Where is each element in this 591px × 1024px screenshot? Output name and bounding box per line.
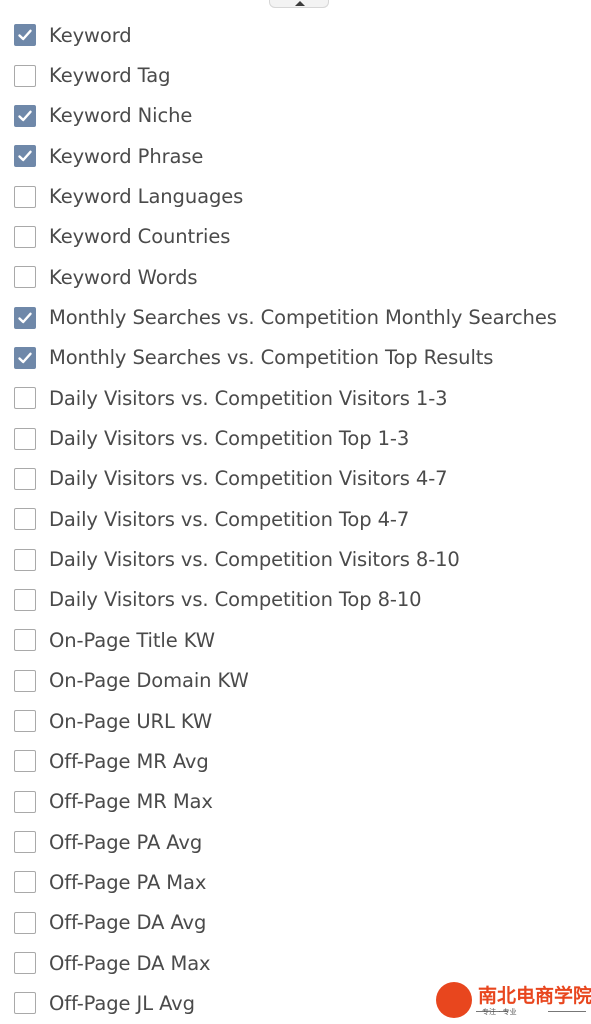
watermark-logo: 南北电商学院 专注 · 专业 [436,980,591,1020]
checkmark-icon [18,352,32,364]
checklist-item-label: Off-Page DA Max [49,951,211,975]
checkbox-checked[interactable] [14,306,36,329]
caret-up-icon [295,1,305,6]
checklist-item[interactable]: Keyword Countries [0,217,591,257]
checklist-item[interactable]: Monthly Searches vs. Competition Monthly… [0,297,591,337]
checkbox-checked[interactable] [14,145,36,168]
checkbox-unchecked[interactable] [14,508,36,531]
checklist-item-label: Keyword Tag [49,64,171,88]
checkbox-unchecked[interactable] [14,266,36,289]
checkmark-icon [18,312,32,323]
checkmark-icon [18,150,32,162]
checklist-item-label: Keyword [49,23,132,47]
checklist-item[interactable]: Daily Visitors vs. Competition Visitors … [0,459,591,499]
checkbox-unchecked[interactable] [14,467,36,490]
checklist-item-label: On-Page URL KW [49,709,213,733]
checklist-item[interactable]: Keyword Niche [0,96,591,136]
checklist-item[interactable]: Daily Visitors vs. Competition Visitors … [0,539,591,579]
checkbox-unchecked[interactable] [14,992,36,1015]
checkbox-unchecked[interactable] [14,387,36,410]
watermark-emblem-icon [436,982,472,1018]
checklist-item-label: Keyword Languages [49,185,244,209]
checkbox-unchecked[interactable] [14,669,36,692]
checkbox-unchecked[interactable] [14,831,36,854]
checkmark-icon [18,110,32,122]
checklist-item[interactable]: On-Page Domain KW [0,661,591,701]
checklist-item-label: Off-Page PA Avg [49,830,203,854]
checklist-item[interactable]: Daily Visitors vs. Competition Visitors … [0,378,591,418]
checklist-item[interactable]: Off-Page PA Max [0,862,591,902]
checklist-item-label: Off-Page JL Avg [49,991,195,1015]
checklist-item-label: Monthly Searches vs. Competition Monthly… [49,306,557,330]
checklist-item-label: Off-Page MR Avg [49,749,209,773]
checklist-item-label: Off-Page PA Max [49,870,207,894]
checklist-item-label: Daily Visitors vs. Competition Top 8-10 [49,588,422,612]
checkbox-unchecked[interactable] [14,710,36,733]
watermark-subtitle: 专注 · 专业 [482,1008,517,1016]
checklist-item[interactable]: Off-Page MR Max [0,782,591,822]
checkbox-checked[interactable] [14,24,36,47]
checklist-item-label: Keyword Countries [49,225,231,249]
checkbox-unchecked[interactable] [14,64,36,87]
checkbox-unchecked[interactable] [14,911,36,934]
checklist-item[interactable]: Keyword Tag [0,55,591,95]
checkbox-checked[interactable] [14,104,36,127]
checklist-item[interactable]: On-Page Title KW [0,620,591,660]
checkbox-unchecked[interactable] [14,629,36,652]
checklist-item[interactable]: Monthly Searches vs. Competition Top Res… [0,338,591,378]
checklist-item[interactable]: Daily Visitors vs. Competition Top 8-10 [0,580,591,620]
checklist-item[interactable]: Keyword Words [0,257,591,297]
checklist-item[interactable]: Off-Page PA Avg [0,822,591,862]
checkmark-icon [18,29,32,41]
column-checklist: Keyword Keyword Tag Keyword Niche Keyword P… [0,15,591,1024]
checkbox-unchecked[interactable] [14,588,36,611]
collapse-toggle[interactable] [269,0,329,8]
checklist-item[interactable]: Off-Page DA Max [0,943,591,983]
checklist-item-label: Daily Visitors vs. Competition Visitors … [49,548,460,572]
checklist-item-label: Keyword Words [49,265,198,289]
checklist-item[interactable]: Keyword Phrase [0,136,591,176]
checklist-item-label: Monthly Searches vs. Competition Top Res… [49,346,494,370]
checklist-item-label: On-Page Title KW [49,628,215,652]
checklist-item[interactable]: Daily Visitors vs. Competition Top 1-3 [0,418,591,458]
checkbox-checked[interactable] [14,346,36,369]
checklist-item-label: Keyword Niche [49,104,193,128]
checkbox-unchecked[interactable] [14,225,36,248]
checklist-item[interactable]: Daily Visitors vs. Competition Top 4-7 [0,499,591,539]
checklist-item[interactable]: Off-Page MR Avg [0,741,591,781]
checklist-item-label: Keyword Phrase [49,144,204,168]
checkbox-unchecked[interactable] [14,952,36,975]
checkbox-unchecked[interactable] [14,790,36,813]
checklist-item-label: Daily Visitors vs. Competition Top 1-3 [49,427,410,451]
checkbox-unchecked[interactable] [14,427,36,450]
checklist-item[interactable]: Keyword [0,15,591,55]
checklist-item[interactable]: Off-Page DA Avg [0,903,591,943]
checkbox-unchecked[interactable] [14,185,36,208]
watermark-divider [548,1011,586,1012]
watermark-title: 南北电商学院 [478,985,591,1007]
checklist-item-label: Off-Page MR Max [49,790,213,814]
checklist-item[interactable]: Keyword Languages [0,176,591,216]
checklist-item-label: On-Page Domain KW [49,669,249,693]
checklist-item-label: Off-Page DA Avg [49,911,207,935]
checkbox-unchecked[interactable] [14,871,36,894]
checklist-item-label: Daily Visitors vs. Competition Visitors … [49,386,448,410]
checkbox-unchecked[interactable] [14,750,36,773]
checkbox-unchecked[interactable] [14,548,36,571]
checklist-item-label: Daily Visitors vs. Competition Top 4-7 [49,507,410,531]
checklist-item-label: Daily Visitors vs. Competition Visitors … [49,467,448,491]
checklist-item[interactable]: On-Page URL KW [0,701,591,741]
